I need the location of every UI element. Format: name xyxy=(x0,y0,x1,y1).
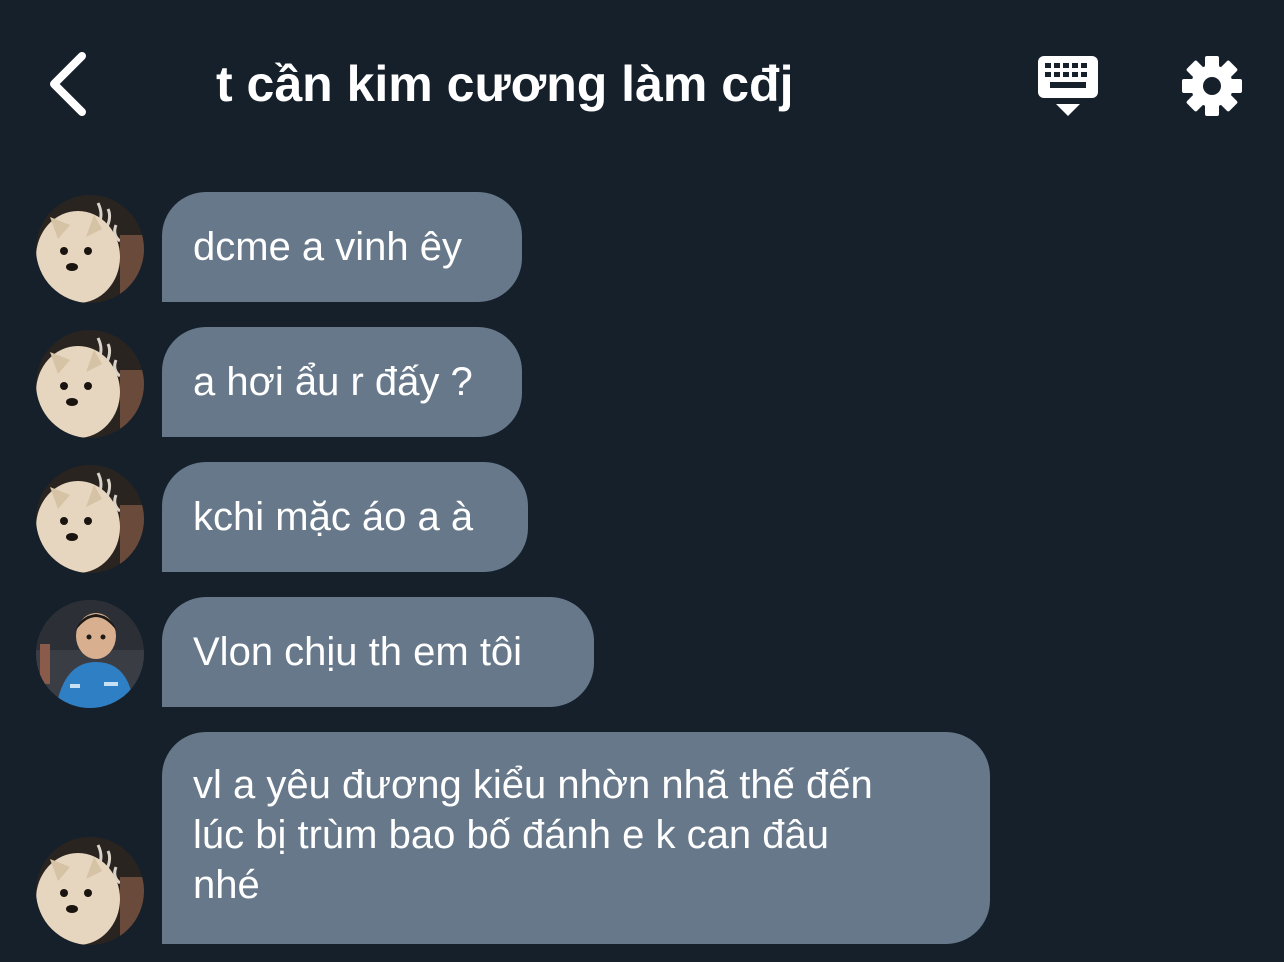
avatar-boy[interactable] xyxy=(36,600,144,708)
chat-screen: t cần kim cương làm cđj dcme a vinh êy a… xyxy=(0,0,1284,962)
dog-avatar-icon xyxy=(36,837,144,945)
settings-button[interactable] xyxy=(1176,50,1248,122)
avatar-dog[interactable] xyxy=(36,330,144,438)
boy-avatar-icon xyxy=(36,600,144,708)
message-bubble[interactable]: a hơi ẩu r đấy ? xyxy=(162,327,522,437)
message-bubble[interactable]: Vlon chịu th em tôi xyxy=(162,597,594,707)
message-row: Vlon chịu th em tôi xyxy=(0,597,1284,708)
message-row: a hơi ẩu r đấy ? xyxy=(0,327,1284,438)
avatar-dog[interactable] xyxy=(36,465,144,573)
dog-avatar-icon xyxy=(36,330,144,438)
keyboard-icon xyxy=(1038,56,1098,116)
conversation-title: t cần kim cương làm cđj xyxy=(216,56,794,112)
keyboard-button[interactable] xyxy=(1030,50,1106,120)
chat-header: t cần kim cương làm cđj xyxy=(0,0,1284,170)
message-row: kchi mặc áo a à xyxy=(0,462,1284,573)
message-bubble[interactable]: kchi mặc áo a à xyxy=(162,462,528,572)
gear-icon xyxy=(1182,56,1242,116)
avatar-dog[interactable] xyxy=(36,195,144,303)
chevron-left-icon xyxy=(50,52,86,116)
dog-avatar-icon xyxy=(36,465,144,573)
avatar-dog[interactable] xyxy=(36,837,144,945)
message-bubble[interactable]: vl a yêu đương kiểu nhờn nhã thế đến lúc… xyxy=(162,732,990,944)
message-bubble[interactable]: dcme a vinh êy xyxy=(162,192,522,302)
message-row: vl a yêu đương kiểu nhờn nhã thế đến lúc… xyxy=(0,732,1284,945)
dog-avatar-icon xyxy=(36,195,144,303)
message-row: dcme a vinh êy xyxy=(0,192,1284,303)
back-button[interactable] xyxy=(36,48,100,120)
